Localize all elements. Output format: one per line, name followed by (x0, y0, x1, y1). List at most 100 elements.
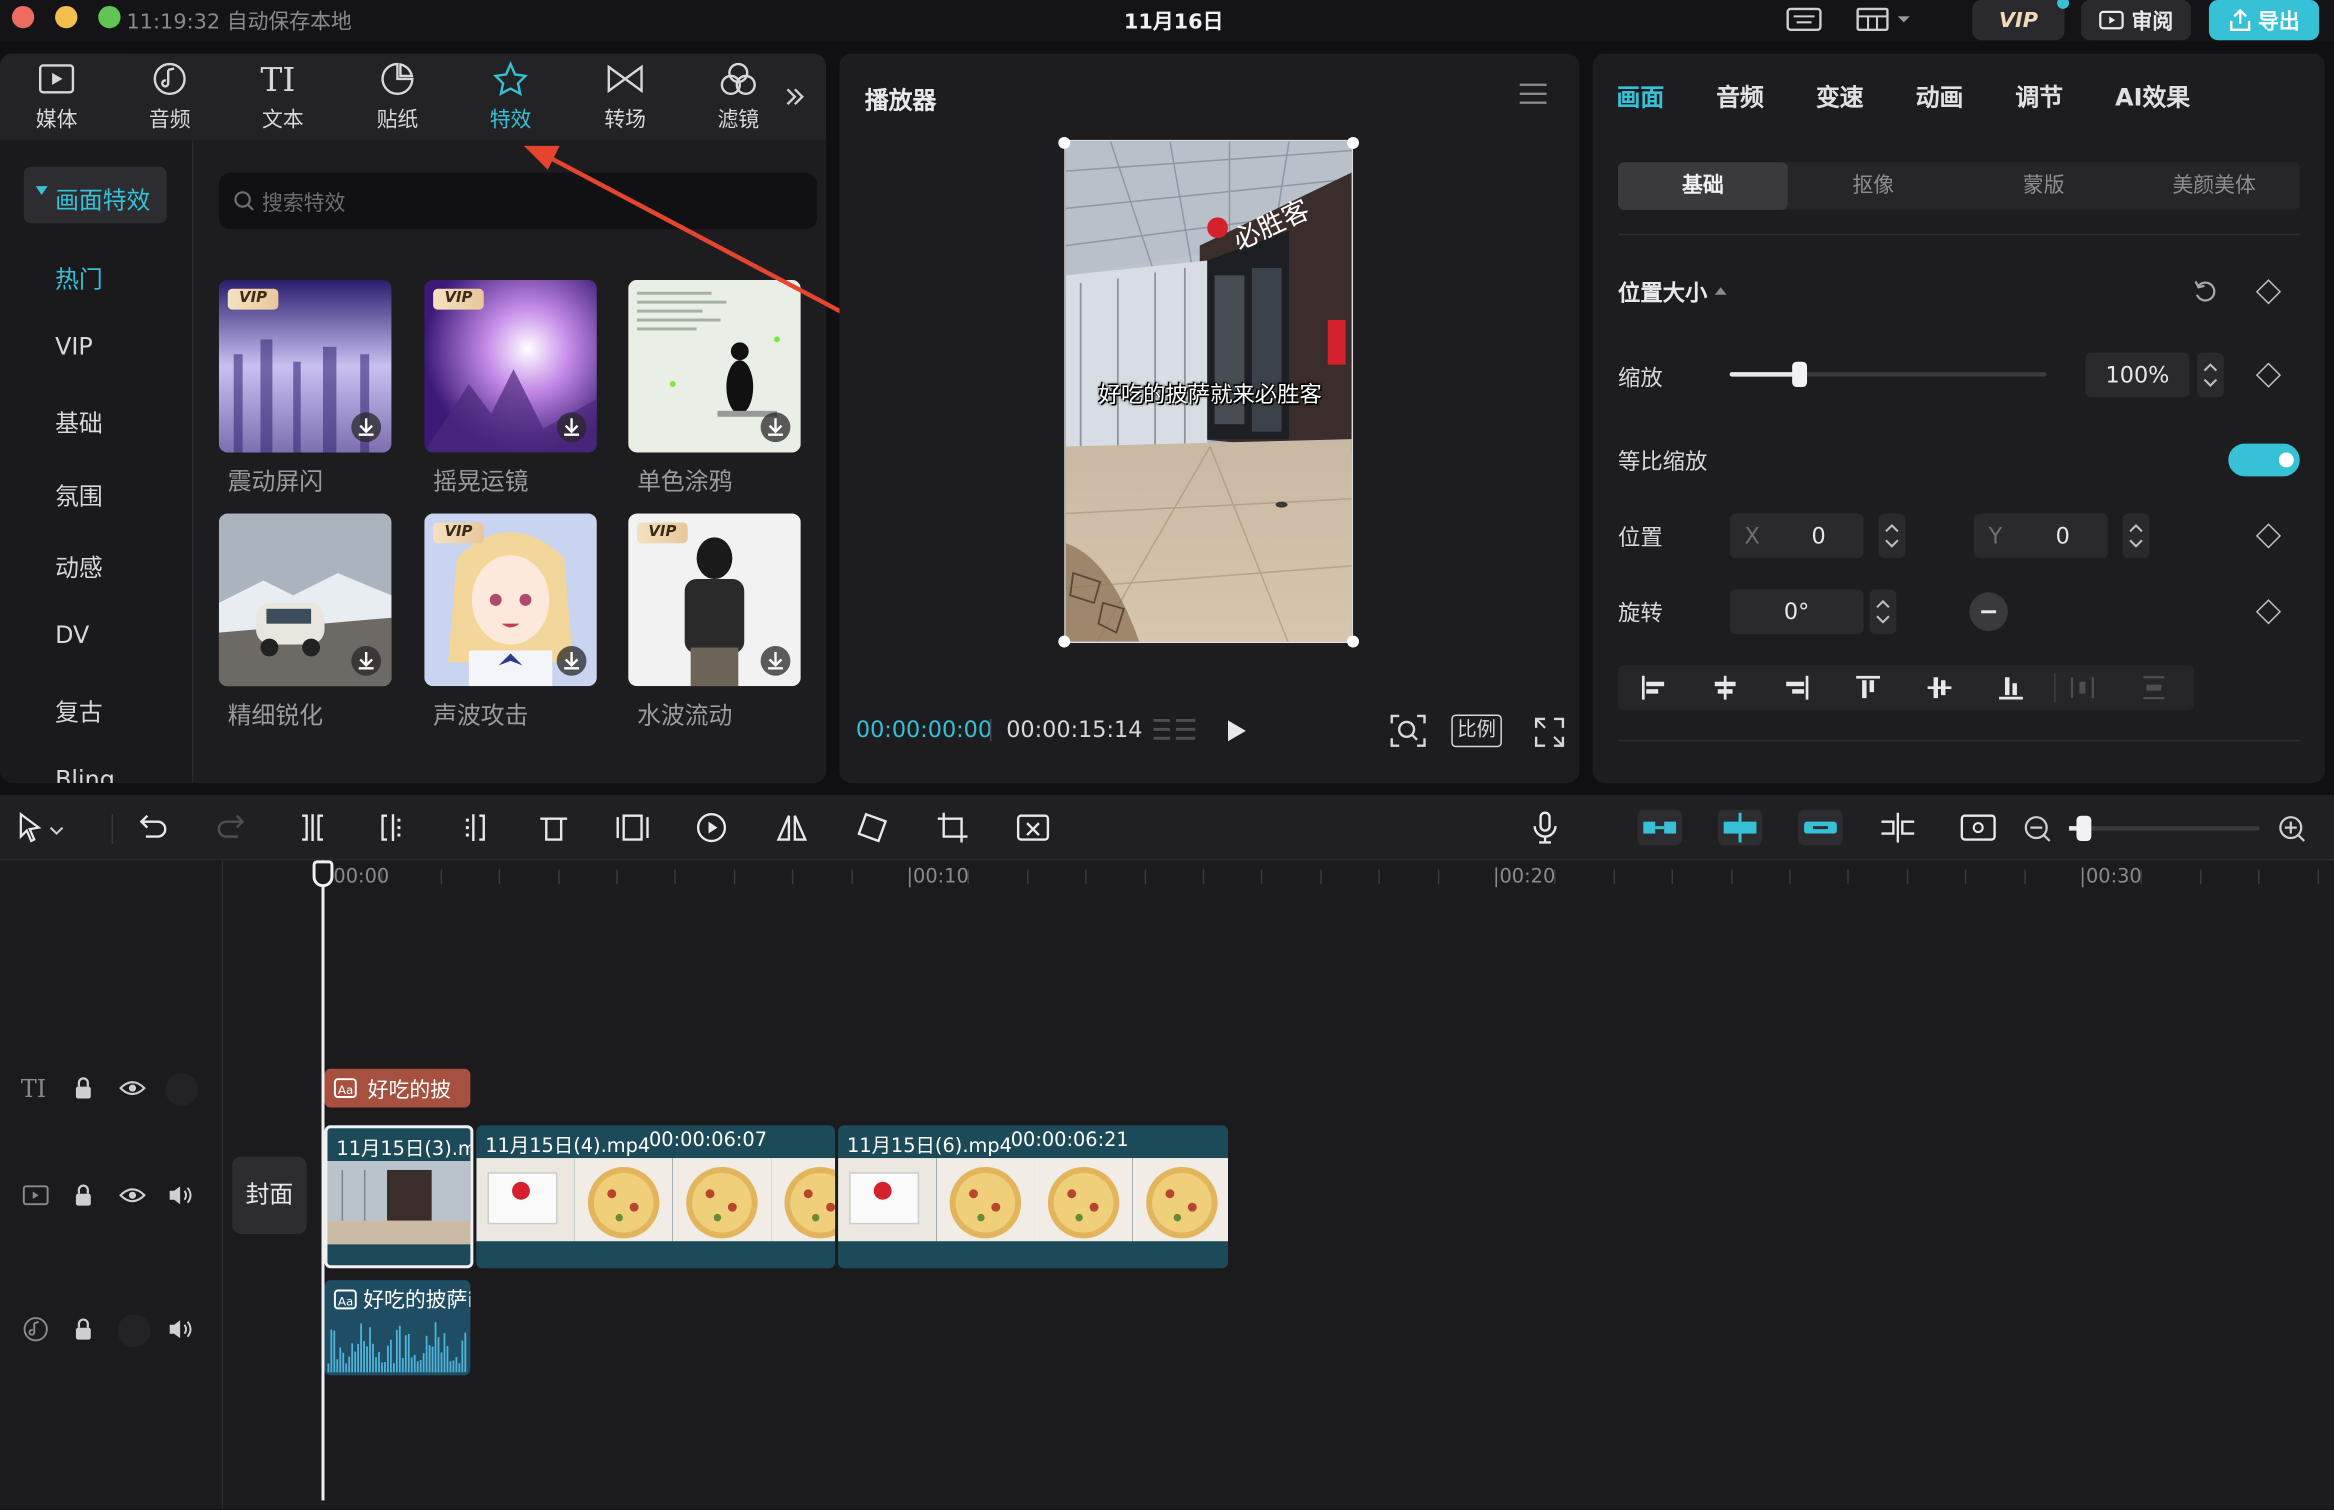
video-clip[interactable]: 11月15日(6).mp4 00:00:06:21 (838, 1125, 1229, 1269)
shortcuts-icon[interactable] (1785, 4, 1824, 34)
category-item[interactable]: 复古 (55, 692, 103, 728)
reverse-play-icon[interactable] (694, 810, 733, 849)
play-icon[interactable] (1227, 719, 1248, 743)
eye-icon[interactable] (119, 1186, 146, 1204)
resize-handle[interactable] (1347, 136, 1360, 149)
text-clip[interactable]: Aa 好吃的披萨 (324, 1068, 471, 1108)
align-center-h-icon[interactable] (1710, 673, 1740, 703)
trim-left-icon[interactable] (375, 810, 414, 849)
scale-slider-knob[interactable] (1791, 361, 1807, 388)
category-item[interactable]: 动感 (55, 548, 103, 584)
audio-clip[interactable]: Aa 好吃的披萨i (324, 1280, 471, 1376)
rotation-dial[interactable] (1969, 592, 2008, 632)
delete-icon[interactable] (536, 810, 575, 849)
inspector-tab[interactable]: 动画 (1916, 77, 1964, 113)
zoom-slider-knob[interactable] (2076, 815, 2092, 842)
effect-card[interactable]: VIP (218, 279, 392, 453)
volume-icon[interactable] (167, 1317, 194, 1341)
position-y-field[interactable]: Y 0 (1973, 513, 2108, 559)
main-track-magnet-icon[interactable] (1637, 809, 1683, 849)
rotation-field[interactable]: 0° (1729, 589, 1864, 635)
align-center-v-icon[interactable] (1925, 673, 1955, 703)
uniform-scale-toggle[interactable] (2228, 443, 2300, 477)
export-button[interactable]: 导出 (2208, 0, 2320, 41)
rotation-stepper[interactable] (1869, 589, 1897, 635)
double-chevron-right-icon[interactable] (784, 86, 805, 107)
download-icon[interactable] (351, 646, 382, 676)
lock-icon[interactable] (73, 1183, 94, 1207)
microphone-icon[interactable] (1527, 810, 1566, 849)
inspector-tab[interactable]: 变速 (1816, 77, 1864, 113)
video-clip[interactable]: 11月15日(4).mp4 00:00:06:07 (476, 1125, 836, 1269)
inspector-subtab[interactable]: 抠像 (1788, 162, 1958, 210)
zoom-in-icon[interactable] (2277, 814, 2307, 844)
resize-handle[interactable] (1347, 635, 1360, 648)
distribute-h-icon[interactable] (2068, 673, 2098, 703)
inspector-tab[interactable]: 音频 (1716, 77, 1764, 113)
timeline-zoom-slider[interactable] (2069, 815, 2260, 842)
window-close-button[interactable] (11, 5, 35, 29)
freeze-frame-icon[interactable] (613, 810, 652, 849)
tool-text[interactable]: TI 文本 (238, 60, 327, 137)
reset-icon[interactable] (2193, 278, 2220, 305)
lock-icon[interactable] (73, 1076, 94, 1100)
auto-snap-icon[interactable] (1717, 809, 1763, 849)
inspector-tab[interactable]: 画面 (1617, 77, 1665, 113)
rotate-icon[interactable] (854, 810, 893, 849)
effect-card[interactable]: VIP (628, 513, 801, 687)
download-icon[interactable] (760, 646, 791, 676)
scale-stepper[interactable] (2197, 352, 2224, 398)
review-button[interactable]: 审阅 (2080, 0, 2192, 41)
fullscreen-icon[interactable] (1534, 717, 1565, 747)
position-x-field[interactable]: X 0 (1729, 513, 1864, 559)
align-left-icon[interactable] (1639, 673, 1669, 703)
category-item[interactable]: 氛围 (55, 476, 103, 512)
position-y-stepper[interactable] (2122, 513, 2150, 559)
align-bottom-icon[interactable] (1996, 673, 2026, 703)
split-icon[interactable] (295, 810, 334, 849)
tool-transition[interactable]: 转场 (581, 60, 670, 137)
effect-card[interactable] (218, 513, 392, 687)
position-x-stepper[interactable] (1878, 513, 1906, 559)
timeline-list-icon[interactable] (1152, 716, 1197, 746)
mirror-icon[interactable] (774, 810, 813, 849)
scale-value-field[interactable]: 100% (2085, 352, 2190, 398)
resize-handle[interactable] (1058, 635, 1071, 648)
distribute-v-icon[interactable] (2139, 673, 2169, 703)
inspector-subtab[interactable]: 基础 (1617, 162, 1788, 210)
category-item[interactable]: Bling (55, 764, 115, 783)
cover-button[interactable]: 封面 (232, 1156, 307, 1234)
smart-cut-icon[interactable] (1015, 810, 1054, 849)
vip-button[interactable]: VIP (1972, 0, 2070, 41)
split-track-icon[interactable] (1878, 810, 1917, 849)
category-item[interactable]: DV (55, 620, 89, 648)
menu-icon[interactable] (1518, 82, 1548, 106)
category-item[interactable]: VIP (55, 331, 93, 359)
playhead[interactable] (321, 860, 325, 1501)
linkage-icon[interactable] (1798, 809, 1843, 849)
lock-icon[interactable] (73, 1317, 94, 1341)
inspector-tab[interactable]: AI效果 (2115, 77, 2190, 113)
effect-card[interactable]: VIP (424, 513, 597, 687)
category-header[interactable]: 画面特效 (23, 166, 167, 224)
inspector-subtab[interactable]: 美颜美体 (2129, 162, 2299, 210)
inspector-tab[interactable]: 调节 (2015, 77, 2063, 113)
zoom-out-icon[interactable] (2023, 814, 2053, 844)
inspector-subtab[interactable]: 蒙版 (1959, 162, 2129, 210)
video-clip[interactable]: 11月15日(3).mp (324, 1125, 474, 1269)
tool-filter[interactable]: 滤镜 (694, 60, 783, 137)
window-zoom-button[interactable] (98, 5, 121, 29)
tool-effects[interactable]: 特效 (466, 60, 555, 137)
select-tool-icon[interactable] (12, 810, 64, 849)
download-icon[interactable] (556, 646, 587, 676)
trim-right-icon[interactable] (455, 810, 494, 849)
align-top-icon[interactable] (1853, 673, 1883, 703)
category-item[interactable]: 热门 (55, 259, 103, 295)
scale-slider[interactable] (1729, 361, 2047, 388)
download-icon[interactable] (351, 412, 382, 443)
aspect-ratio-button[interactable]: 比例 (1451, 714, 1502, 748)
preview-axis-icon[interactable] (1959, 810, 1998, 849)
tool-audio[interactable]: 音频 (125, 60, 214, 137)
video-preview[interactable]: 必胜客 好吃的披萨就来必胜客 (1064, 139, 1354, 644)
tool-sticker[interactable]: 贴纸 (353, 60, 442, 137)
